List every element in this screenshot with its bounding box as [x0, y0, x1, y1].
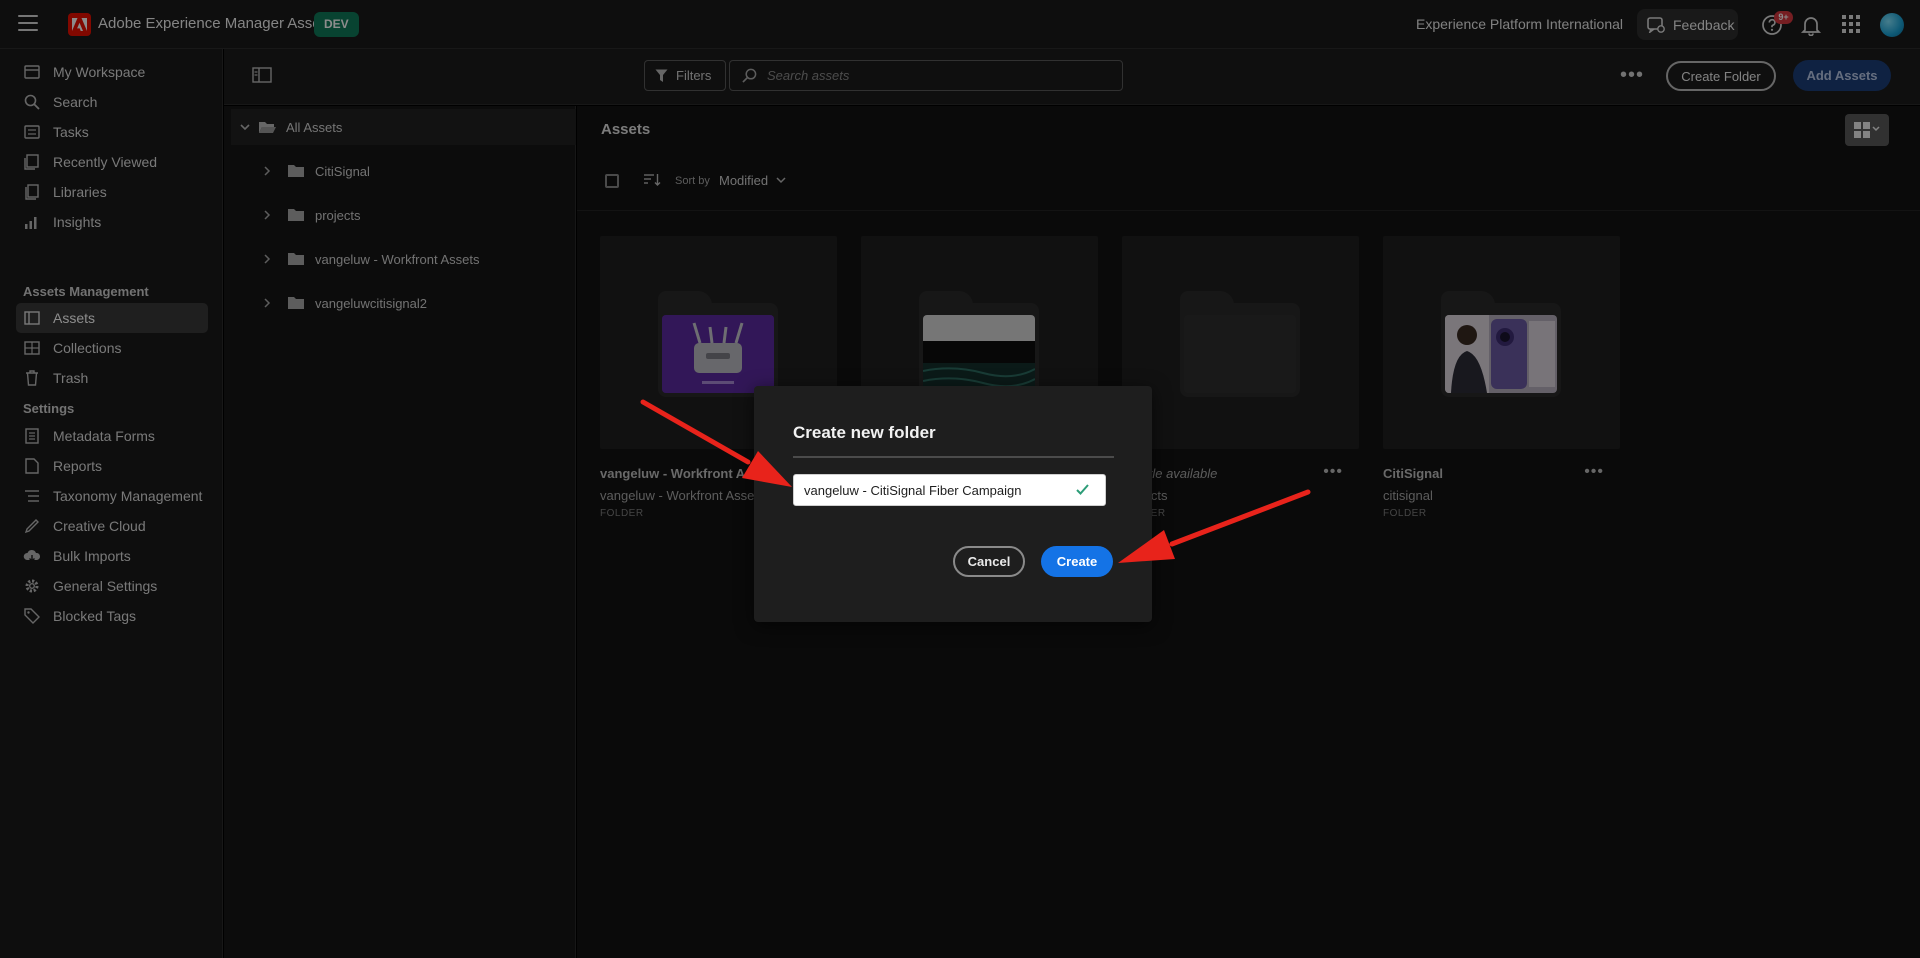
checkmark-icon [1076, 484, 1089, 495]
dialog-title: Create new folder [793, 423, 936, 442]
cancel-button[interactable]: Cancel [953, 546, 1025, 577]
create-folder-dialog: Create new folder Cancel Create [754, 386, 1152, 622]
folder-name-field[interactable] [793, 474, 1106, 506]
dialog-divider [793, 456, 1114, 458]
folder-name-input[interactable] [794, 482, 1064, 498]
create-button[interactable]: Create [1041, 546, 1113, 577]
